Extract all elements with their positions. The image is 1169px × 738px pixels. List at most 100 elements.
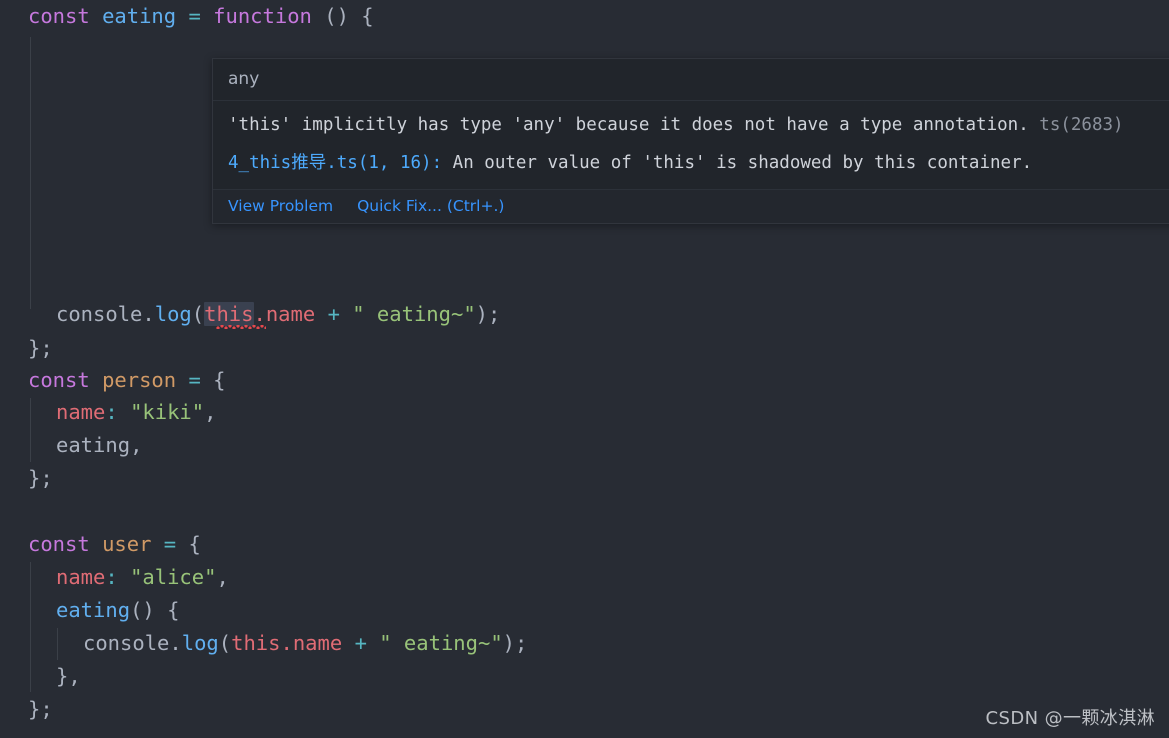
tooltip-action-bar: View Problem Quick Fix... (Ctrl+.) [213,189,1169,223]
token-string-eating: " eating~" [379,631,502,655]
tooltip-related-text: An outer value of 'this' is shadowed by … [453,153,1032,173]
code-line[interactable]: console.log(this.name + " eating~"); [56,298,500,331]
token-colon: : [105,565,117,589]
token-space [176,4,188,28]
token-brace-open: { [213,368,225,392]
token-space [90,532,102,556]
token-space [118,400,130,424]
code-line[interactable]: }; [28,462,53,495]
token-string-kiki: "kiki" [130,400,204,424]
token-keyword-const: const [28,368,90,392]
code-line[interactable]: const person = { [28,364,226,397]
token-brace-close: }; [28,336,53,360]
token-space [176,532,188,556]
token-brace-close: }; [28,466,53,490]
token-operator-plus: + [328,302,340,326]
token-operator-equals: = [164,532,176,556]
token-space [340,302,352,326]
token-dot: . [142,302,154,326]
token-string-eating: " eating~" [352,302,475,326]
indent-guide [30,37,31,309]
token-identifier-user: user [102,532,151,556]
code-line[interactable]: name: "kiki", [56,396,216,429]
quick-fix-link[interactable]: Quick Fix... (Ctrl+.) [357,197,504,215]
token-identifier-person: person [102,368,176,392]
hover-tooltip[interactable]: any 'this' implicitly has type 'any' bec… [212,58,1169,224]
token-semicolon: ; [488,302,500,326]
token-this-highlighted[interactable]: this [204,302,253,326]
token-this: this [231,631,280,655]
token-keyword-const: const [28,4,90,28]
token-space [349,4,361,28]
token-paren-close: ) [476,302,488,326]
tooltip-file-link[interactable]: 4_this推导.ts(1, 16): [228,153,442,173]
token-dot: . [254,302,266,326]
token-space [201,4,213,28]
code-line[interactable]: }; [28,693,53,726]
token-operator-plus: + [355,631,367,655]
code-line[interactable]: }, [56,660,81,693]
token-brace-close: }, [56,664,81,688]
token-colon: : [105,400,117,424]
token-comma: , [130,433,142,457]
tooltip-error-code: ts(2683) [1039,115,1123,135]
code-line[interactable]: name: "alice", [56,561,229,594]
token-paren-open: ( [192,302,204,326]
token-space [342,631,354,655]
tooltip-message-text: 'this' implicitly has type 'any' because… [228,115,1029,135]
token-brace-close: }; [28,697,53,721]
token-console: console [83,631,169,655]
token-log: log [155,302,192,326]
code-line[interactable]: eating() { [56,594,179,627]
token-comma: , [216,565,228,589]
token-keyword-function: function [213,4,312,28]
token-space [151,532,163,556]
token-console: console [56,302,142,326]
token-keyword-const: const [28,532,90,556]
token-operator-equals: = [188,368,200,392]
token-operator-equals: = [188,4,200,28]
indent-guide [30,398,31,462]
token-property-name: name [266,302,315,326]
token-property-name: name [293,631,342,655]
tooltip-message-related: 4_this推导.ts(1, 16): An outer value of 't… [228,148,1166,179]
token-parens: () [324,4,349,28]
token-space [201,368,213,392]
token-space [90,368,102,392]
token-space [367,631,379,655]
token-comma: , [204,400,216,424]
token-space [118,565,130,589]
token-string-alice: "alice" [130,565,216,589]
indent-guide [30,562,31,692]
token-paren-open: ( [219,631,231,655]
token-identifier-eating: eating [102,4,176,28]
token-paren-close: ) [503,631,515,655]
view-problem-link[interactable]: View Problem [228,197,333,215]
token-method-eating: eating [56,598,130,622]
code-line[interactable]: }; [28,332,53,365]
code-line[interactable]: const eating = function () { [28,0,374,33]
token-semicolon: ; [515,631,527,655]
token-brace-open: { [167,598,179,622]
token-space [312,4,324,28]
error-squiggle-icon [216,325,266,329]
token-brace-open: { [188,532,200,556]
token-space [176,368,188,392]
code-line[interactable]: eating, [56,429,142,462]
indent-guide [57,628,58,660]
vscode-editor-screenshot: const eating = function () { console.log… [0,0,1169,738]
token-identifier-eating: eating [56,433,130,457]
token-dot: . [169,631,181,655]
code-line[interactable]: console.log(this.name + " eating~"); [83,627,527,660]
token-brace-open: { [361,4,373,28]
token-property-name: name [56,400,105,424]
token-space [155,598,167,622]
token-log: log [182,631,219,655]
tooltip-type-header: any [213,59,1169,101]
token-dot: . [281,631,293,655]
code-line[interactable]: const user = { [28,528,201,561]
tooltip-message-primary: 'this' implicitly has type 'any' because… [228,110,1166,141]
csdn-watermark: CSDN @一颗冰淇淋 [986,704,1155,730]
token-space [315,302,327,326]
token-space [90,4,102,28]
